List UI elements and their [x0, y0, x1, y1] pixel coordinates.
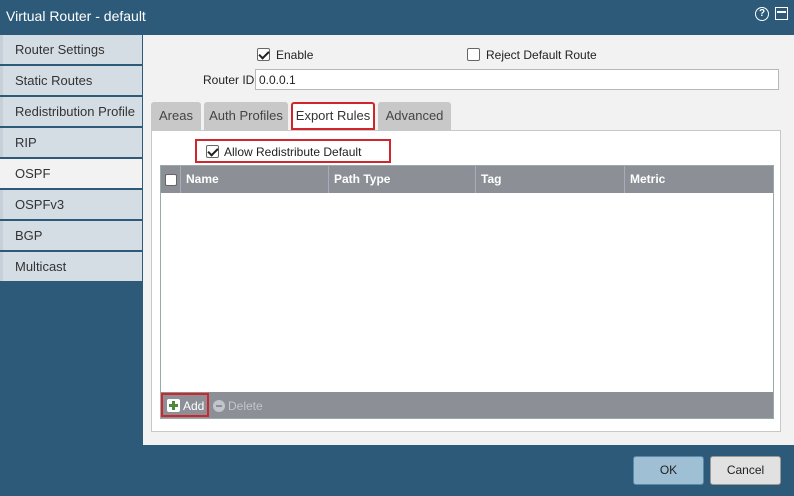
- column-header-name[interactable]: Name: [181, 166, 329, 193]
- plus-icon: [167, 399, 180, 413]
- minus-icon: [213, 399, 225, 412]
- tab-advanced[interactable]: Advanced: [378, 102, 451, 130]
- window-title: Virtual Router - default: [6, 8, 146, 24]
- tab-areas[interactable]: Areas: [151, 102, 201, 130]
- select-all-checkbox[interactable]: [165, 173, 177, 186]
- router-id-input[interactable]: [255, 69, 779, 90]
- cancel-button[interactable]: Cancel: [710, 456, 781, 485]
- sidebar-item-ospfv3[interactable]: OSPFv3: [0, 190, 142, 219]
- export-rules-table: Name Path Type Tag Metric Add Delete: [160, 165, 774, 419]
- ospf-content: Enable Reject Default Route Router ID Ar…: [143, 35, 794, 445]
- reject-default-route-label: Reject Default Route: [486, 47, 597, 62]
- ok-button[interactable]: OK: [633, 456, 704, 485]
- reject-default-route-row: Reject Default Route: [467, 47, 597, 62]
- sidebar: Router Settings Static Routes Redistribu…: [0, 35, 142, 283]
- enable-label: Enable: [276, 47, 314, 62]
- sidebar-item-static-routes[interactable]: Static Routes: [0, 66, 142, 95]
- sidebar-item-multicast[interactable]: Multicast: [0, 252, 142, 281]
- select-all-cell: [161, 166, 181, 193]
- maximize-icon[interactable]: [775, 7, 788, 20]
- router-id-label: Router ID: [203, 73, 255, 87]
- column-header-metric[interactable]: Metric: [625, 166, 773, 193]
- reject-default-route-checkbox[interactable]: [467, 48, 480, 62]
- sidebar-item-bgp[interactable]: BGP: [0, 221, 142, 250]
- table-toolbar: Add Delete: [161, 392, 773, 418]
- sidebar-item-redistribution-profile[interactable]: Redistribution Profile: [0, 97, 142, 126]
- allow-redistribute-row: Allow Redistribute Default Route: [195, 139, 391, 180]
- column-header-path-type[interactable]: Path Type: [329, 166, 476, 193]
- delete-button[interactable]: Delete: [213, 396, 263, 414]
- table-header: Name Path Type Tag Metric: [161, 166, 773, 193]
- title-bar: Virtual Router - default ?: [0, 0, 794, 32]
- sidebar-item-router-settings[interactable]: Router Settings: [0, 35, 142, 64]
- add-button[interactable]: Add: [161, 393, 209, 417]
- tab-export-rules[interactable]: Export Rules: [291, 102, 375, 130]
- add-label: Add: [183, 398, 205, 413]
- export-rules-panel: Allow Redistribute Default Route Name Pa…: [151, 130, 781, 432]
- enable-checkbox[interactable]: [257, 48, 270, 62]
- delete-label: Delete: [228, 398, 263, 413]
- sidebar-item-rip[interactable]: RIP: [0, 128, 142, 157]
- tab-auth-profiles[interactable]: Auth Profiles: [204, 102, 288, 130]
- help-icon[interactable]: ?: [755, 7, 769, 21]
- allow-redistribute-checkbox[interactable]: [206, 145, 219, 159]
- enable-row: Enable: [257, 47, 313, 62]
- sidebar-item-ospf[interactable]: OSPF: [0, 159, 142, 188]
- column-header-tag[interactable]: Tag: [476, 166, 625, 193]
- table-body: [161, 193, 773, 392]
